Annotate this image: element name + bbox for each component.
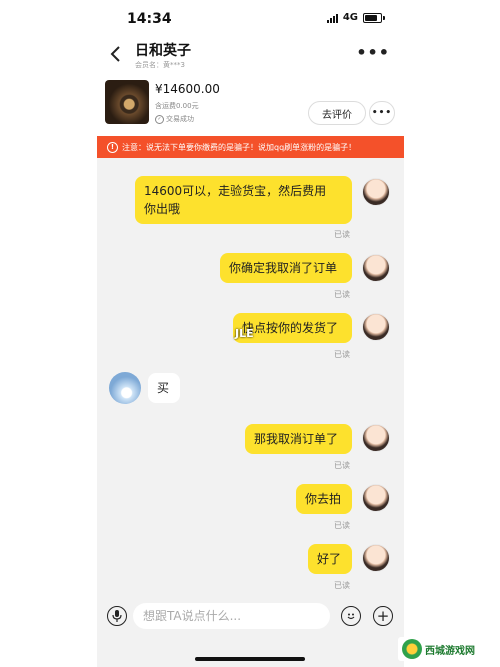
product-card[interactable]: ¥14600.00 含运费0.00元 ✓ 交易成功 去评价 •••	[97, 74, 404, 136]
status-bar: 14:34 4G	[97, 0, 404, 38]
shipping-info: 含运费0.00元	[155, 102, 199, 110]
message-bubble[interactable]: 买	[148, 373, 180, 403]
back-icon[interactable]	[108, 44, 124, 64]
read-receipt: 已读	[334, 230, 350, 239]
signal-icon	[326, 13, 338, 23]
avatar[interactable]	[362, 254, 390, 282]
alert-icon: !	[107, 141, 118, 153]
message-bubble[interactable]: 14600可以，走验货宝，然后费用 你出哦	[135, 176, 352, 224]
plus-icon[interactable]: +	[373, 606, 393, 626]
product-price: ¥14600.00	[155, 82, 220, 96]
member-name: 会员名：黄***3	[135, 61, 185, 69]
avatar[interactable]	[362, 313, 390, 341]
read-receipt: 已读	[334, 581, 350, 590]
message-input[interactable]	[133, 603, 330, 629]
overlay-text: JLE	[235, 327, 254, 340]
network-label: 4G	[342, 12, 358, 23]
emoji-icon[interactable]	[341, 606, 361, 626]
message-bubble[interactable]: 那我取消订单了	[245, 424, 352, 454]
read-receipt: 已读	[334, 290, 350, 299]
message-bubble[interactable]: 好了	[308, 544, 352, 574]
input-bar: +	[97, 595, 404, 635]
product-more-button[interactable]: •••	[369, 101, 395, 125]
deal-status: ✓ 交易成功	[155, 114, 194, 124]
read-receipt: 已读	[334, 350, 350, 359]
message-bubble[interactable]: 你确定我取消了订单	[220, 253, 352, 283]
watermark-text: 西城游戏网	[425, 645, 475, 657]
message-text-line: 14600可以，走验货宝，然后费用	[144, 184, 327, 198]
watermark-logo-icon	[402, 639, 422, 659]
avatar[interactable]	[362, 484, 390, 512]
contact-name: 日和英子	[135, 43, 191, 59]
read-receipt: 已读	[334, 521, 350, 530]
phone-screen: 14:34 4G 日和英子 会员名：黄***3 ••• ¥14600.00 含运…	[97, 0, 404, 667]
warning-text: 注意：说无法下单要你缴费的是骗子！说加qq刷单涨粉的是骗子！	[122, 142, 357, 152]
product-thumbnail[interactable]	[105, 80, 149, 124]
watermark: 西城游戏网	[398, 637, 479, 661]
message-text-line: 你出哦	[144, 202, 181, 216]
read-receipt: 已读	[334, 461, 350, 470]
status-indicators: 4G	[326, 12, 385, 23]
voice-icon[interactable]	[107, 606, 127, 626]
avatar[interactable]	[362, 544, 390, 572]
avatar[interactable]	[362, 424, 390, 452]
message-bubble[interactable]: 你去拍	[296, 484, 352, 514]
check-circle-icon: ✓	[155, 114, 164, 124]
avatar[interactable]	[362, 178, 390, 206]
contact-avatar[interactable]	[109, 372, 141, 404]
fraud-warning-banner: ! 注意：说无法下单要你缴费的是骗子！说加qq刷单涨粉的是骗子！	[97, 136, 404, 158]
status-time: 14:34	[127, 11, 172, 27]
battery-icon	[363, 12, 385, 23]
chat-header: 日和英子 会员名：黄***3 •••	[97, 38, 404, 74]
deal-status-label: 交易成功	[166, 115, 194, 123]
more-options-icon[interactable]: •••	[356, 45, 390, 61]
home-indicator	[195, 657, 305, 661]
review-button[interactable]: 去评价	[308, 101, 366, 125]
